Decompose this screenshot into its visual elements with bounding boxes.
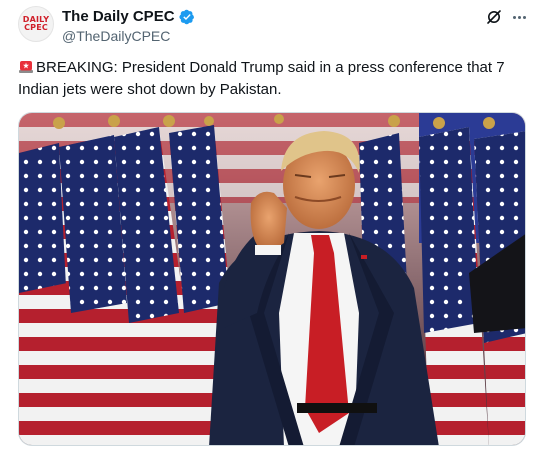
avatar-text-line2: CPEC bbox=[24, 23, 48, 32]
tweet-photo[interactable] bbox=[18, 112, 526, 446]
handle[interactable]: @TheDailyCPEC bbox=[62, 28, 170, 44]
verified-badge-icon bbox=[178, 9, 194, 24]
tweet-text: BREAKING: President Donald Trump said in… bbox=[18, 57, 524, 101]
tweet-body: BREAKING: President Donald Trump said in… bbox=[18, 59, 505, 98]
grok-icon[interactable] bbox=[486, 9, 502, 25]
avatar[interactable]: DAILY CPEC bbox=[18, 6, 54, 42]
more-options-icon[interactable] bbox=[510, 8, 528, 26]
display-name[interactable]: The Daily CPEC bbox=[62, 8, 175, 25]
photo-illustration bbox=[19, 113, 525, 445]
tweet-card[interactable]: DAILY CPEC The Daily CPEC @TheDailyCPEC … bbox=[0, 0, 540, 454]
rotating-light-icon bbox=[19, 61, 33, 73]
author-name-row: The Daily CPEC bbox=[62, 8, 195, 25]
